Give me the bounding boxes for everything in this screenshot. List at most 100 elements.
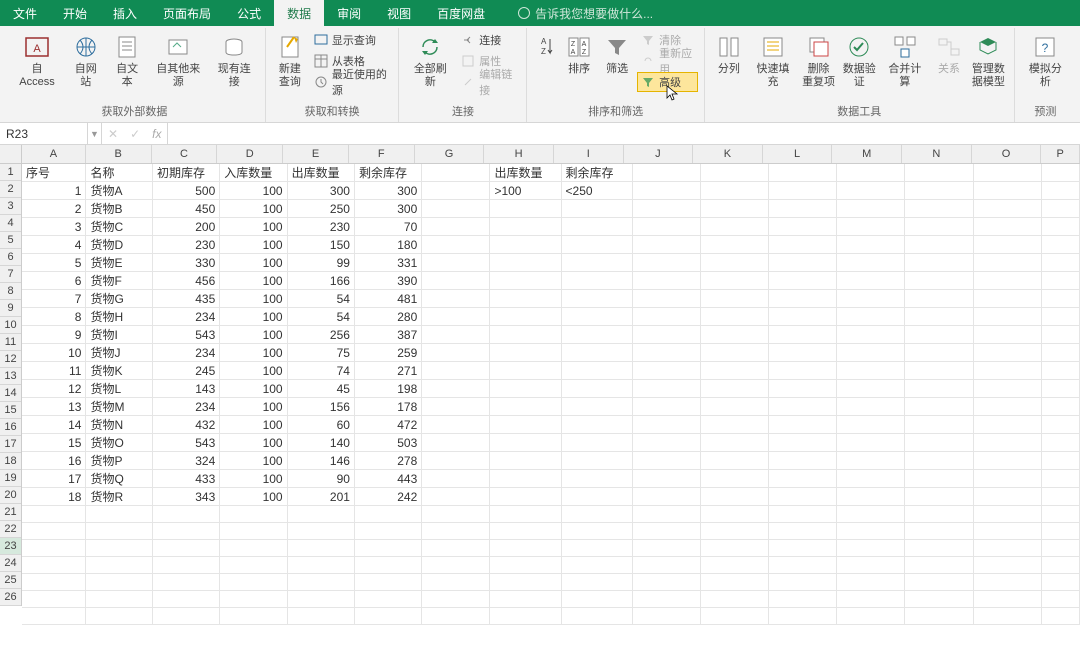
cell[interactable] [422,308,490,326]
cell[interactable] [561,523,632,540]
cell[interactable]: 178 [354,398,421,416]
cell[interactable]: 230 [287,218,354,236]
cell[interactable] [287,591,354,608]
cell[interactable] [700,380,768,398]
cell[interactable] [700,591,768,608]
cell[interactable] [632,164,700,182]
cell[interactable] [1041,608,1079,625]
cell[interactable]: 序号 [22,164,86,182]
cell[interactable] [22,608,86,625]
cell[interactable] [422,523,490,540]
cell[interactable] [700,470,768,488]
cell[interactable] [422,362,490,380]
cell[interactable] [837,416,905,434]
cell[interactable] [1041,416,1079,434]
cell[interactable] [905,506,973,523]
cell[interactable]: 14 [22,416,86,434]
cell[interactable] [700,574,768,591]
cell[interactable]: 259 [354,344,421,362]
cell[interactable] [905,236,973,254]
cell[interactable] [700,182,768,200]
row-header[interactable]: 16 [0,419,21,436]
cell[interactable] [561,398,632,416]
cell[interactable] [769,290,837,308]
cell[interactable]: 143 [152,380,219,398]
cell[interactable] [1041,523,1079,540]
cell[interactable] [490,272,561,290]
cell[interactable] [837,200,905,218]
menu-insert[interactable]: 插入 [100,0,150,26]
cell[interactable] [422,164,490,182]
cell[interactable] [632,326,700,344]
cell[interactable] [561,218,632,236]
cell[interactable] [490,290,561,308]
cell[interactable] [86,574,152,591]
cell[interactable]: 剩余库存 [561,164,632,182]
cell[interactable] [220,608,287,625]
cell[interactable] [632,523,700,540]
menu-layout[interactable]: 页面布局 [150,0,224,26]
cell[interactable]: 140 [287,434,354,452]
cell[interactable] [905,200,973,218]
cell[interactable] [769,200,837,218]
cell[interactable] [837,608,905,625]
column-headers[interactable]: ABCDEFGHIJKLMNOP [22,145,1080,164]
cell[interactable] [632,557,700,574]
cell[interactable] [700,452,768,470]
cell[interactable] [905,218,973,236]
cell[interactable] [837,236,905,254]
cell[interactable] [973,200,1041,218]
cell[interactable] [561,236,632,254]
cell[interactable]: 4 [22,236,86,254]
cell[interactable]: 初期库存 [152,164,219,182]
cell[interactable]: 货物R [86,488,152,506]
cell[interactable]: 1 [22,182,86,200]
menu-review[interactable]: 审阅 [324,0,374,26]
cell[interactable] [490,488,561,506]
row-header[interactable]: 13 [0,368,21,385]
cell[interactable] [973,574,1041,591]
cell[interactable] [86,608,152,625]
cell[interactable] [1041,218,1079,236]
recent-sources-button[interactable]: 最近使用的源 [310,72,393,92]
cell[interactable]: 货物N [86,416,152,434]
cell[interactable]: 433 [152,470,219,488]
row-header[interactable]: 21 [0,504,21,521]
cell[interactable] [561,506,632,523]
cell[interactable]: 99 [287,254,354,272]
remove-dup-button[interactable]: 删除 重复项 [799,30,838,92]
cell[interactable] [769,506,837,523]
cell[interactable] [769,362,837,380]
cell[interactable] [1041,326,1079,344]
col-header-A[interactable]: A [22,145,86,163]
cell[interactable] [632,290,700,308]
col-header-L[interactable]: L [763,145,833,163]
cell[interactable]: 166 [287,272,354,290]
cell[interactable] [700,164,768,182]
cell[interactable] [769,452,837,470]
cell[interactable]: 156 [287,398,354,416]
cell[interactable]: 17 [22,470,86,488]
cell[interactable] [700,488,768,506]
cell[interactable] [1041,488,1079,506]
cell[interactable] [490,218,561,236]
cell[interactable] [905,398,973,416]
cell[interactable] [905,308,973,326]
cell[interactable] [152,591,219,608]
cell[interactable]: 货物E [86,254,152,272]
cell[interactable] [354,608,421,625]
cell[interactable] [700,416,768,434]
cell[interactable] [490,308,561,326]
cell[interactable]: 100 [220,452,287,470]
cell[interactable] [1041,452,1079,470]
cell[interactable] [490,326,561,344]
cell[interactable] [769,164,837,182]
cell[interactable] [769,236,837,254]
cell[interactable] [769,434,837,452]
menu-home[interactable]: 开始 [50,0,100,26]
cell[interactable]: 242 [354,488,421,506]
cell[interactable] [490,523,561,540]
cell[interactable]: 343 [152,488,219,506]
cell[interactable] [287,557,354,574]
cell[interactable] [632,272,700,290]
